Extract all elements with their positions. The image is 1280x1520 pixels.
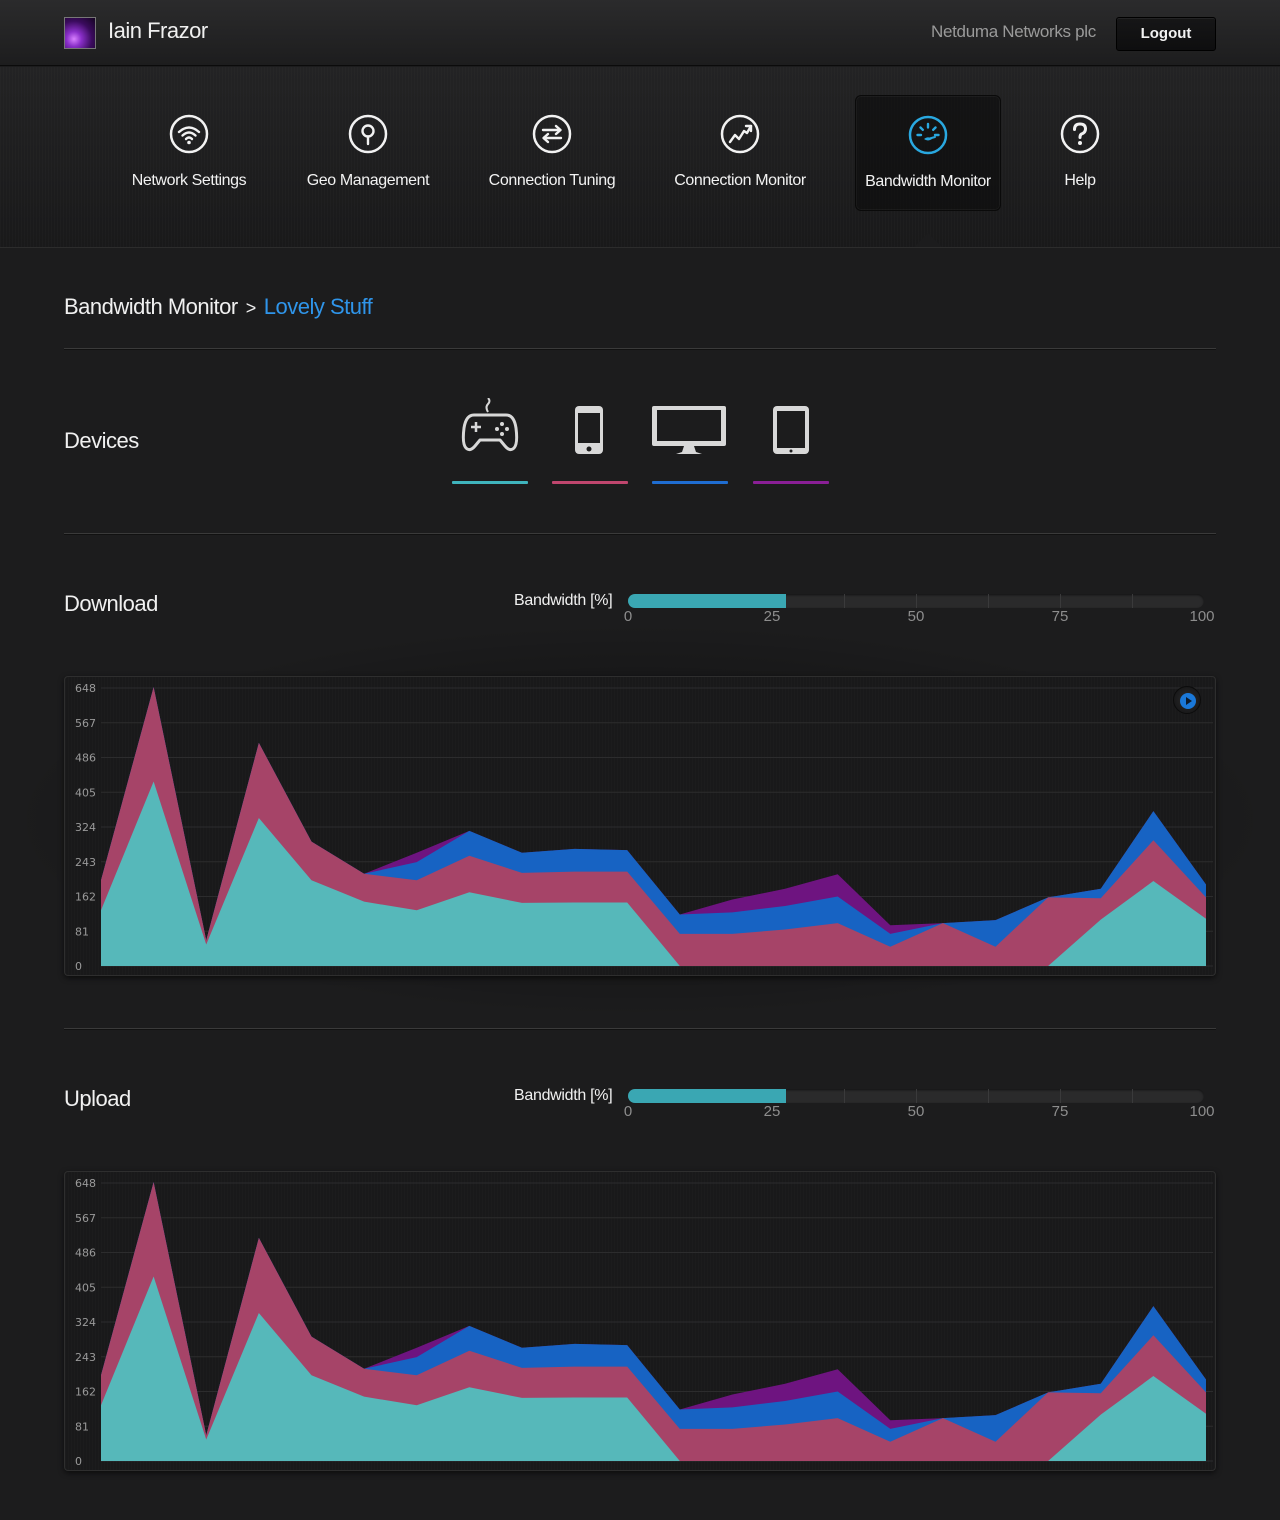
scale-label: 25 [763, 608, 781, 625]
scale-label: 0 [623, 1103, 633, 1120]
bar-tick [988, 1089, 989, 1103]
nav-item-network-settings[interactable]: Network Settings [119, 95, 259, 211]
y-tick-label: 324 [75, 821, 96, 834]
logout-button[interactable]: Logout [1116, 17, 1216, 51]
device-gamepad[interactable] [452, 398, 528, 484]
bar-tick [916, 594, 917, 608]
upload-bandwidth-fill [628, 1089, 787, 1103]
download-chart-svg: 648 567 486 405 324 243 162 81 0 [75, 682, 1213, 973]
upload-bandwidth-label: Bandwidth [%] [514, 1087, 613, 1104]
nav-label: Connection Monitor [674, 172, 806, 189]
user-name: Iain Frazor [108, 18, 208, 43]
location-pin-icon [348, 114, 388, 154]
device-color-indicator [452, 481, 528, 484]
y-tick-label: 648 [75, 682, 96, 695]
bar-tick [844, 594, 845, 608]
top-bar: Iain Frazor Netduma Networks plc Logout [0, 0, 1280, 66]
download-bandwidth-bar[interactable] [628, 594, 1204, 608]
nav-label: Geo Management [306, 172, 430, 189]
upload-title: Upload [64, 1086, 131, 1111]
bar-tick [844, 1089, 845, 1103]
breadcrumb: Bandwidth Monitor > Lovely Stuff [64, 294, 373, 320]
upload-bandwidth-bar[interactable] [628, 1089, 1204, 1103]
y-tick-label: 162 [75, 891, 96, 904]
y-tick-label: 243 [75, 856, 96, 869]
arrows-exchange-icon [532, 114, 572, 154]
nav-item-geo-management[interactable]: Geo Management [298, 95, 438, 211]
y-tick-label: 81 [75, 1420, 89, 1433]
main-nav: Network Settings Geo Management Connecti… [0, 67, 1280, 248]
divider [64, 348, 1216, 349]
download-bandwidth-label: Bandwidth [%] [514, 592, 613, 609]
breadcrumb-separator: > [245, 298, 257, 318]
y-tick-label: 486 [75, 752, 96, 765]
device-desktop[interactable] [652, 398, 728, 484]
y-tick-label: 0 [75, 960, 82, 973]
company-name: Netduma Networks plc [930, 22, 1096, 41]
scale-label: 0 [623, 608, 633, 625]
gamepad-icon [461, 398, 519, 452]
bar-tick [1132, 594, 1133, 608]
scale-label: 100 [1189, 1103, 1215, 1120]
divider [64, 1028, 1216, 1029]
breadcrumb-root[interactable]: Bandwidth Monitor [64, 294, 238, 319]
upload-chart: 648 567 486 405 324 243 162 81 0 [64, 1171, 1216, 1471]
divider [64, 533, 1216, 534]
y-tick-label: 405 [75, 786, 96, 799]
scale-label: 50 [907, 1103, 925, 1120]
y-tick-label: 567 [75, 717, 96, 730]
nav-label: Network Settings [131, 172, 247, 189]
bar-tick [1060, 594, 1061, 608]
tablet-icon [773, 406, 809, 454]
nav-item-bandwidth-monitor[interactable]: Bandwidth Monitor [855, 95, 1001, 211]
scale-label: 25 [763, 1103, 781, 1120]
wifi-icon [169, 114, 209, 154]
y-tick-label: 243 [75, 1351, 96, 1364]
device-color-indicator [552, 481, 628, 484]
download-title: Download [64, 591, 158, 616]
phone-icon [575, 406, 603, 454]
play-icon [1180, 693, 1196, 709]
speedometer-icon [908, 115, 948, 155]
device-tablet[interactable] [753, 398, 829, 484]
scale-label: 100 [1189, 608, 1215, 625]
bar-tick [1060, 1089, 1061, 1103]
desktop-icon [652, 406, 726, 454]
devices-title: Devices [64, 428, 139, 453]
scale-label: 75 [1051, 1103, 1069, 1120]
y-tick-label: 648 [75, 1177, 96, 1190]
y-tick-label: 567 [75, 1212, 96, 1225]
download-bandwidth-fill [628, 594, 787, 608]
nav-item-connection-tuning[interactable]: Connection Tuning [477, 95, 627, 211]
y-tick-label: 324 [75, 1316, 96, 1329]
scale-label: 50 [907, 608, 925, 625]
nav-label: Connection Tuning [488, 172, 616, 189]
device-phone[interactable] [552, 398, 628, 484]
y-tick-label: 486 [75, 1247, 96, 1260]
scale-label: 75 [1051, 608, 1069, 625]
y-tick-label: 81 [75, 925, 89, 938]
bar-tick [988, 594, 989, 608]
breadcrumb-current: Lovely Stuff [263, 294, 373, 319]
nav-item-help[interactable]: Help [1040, 95, 1120, 211]
y-tick-label: 405 [75, 1281, 96, 1294]
download-chart: 648 567 486 405 324 243 162 81 0 [64, 676, 1216, 976]
nav-label: Bandwidth Monitor [865, 173, 991, 190]
active-nav-pointer [914, 233, 942, 247]
upload-chart-svg: 648 567 486 405 324 243 162 81 0 [75, 1177, 1213, 1468]
bar-tick [1132, 1089, 1133, 1103]
avatar[interactable] [64, 17, 96, 49]
nav-item-connection-monitor[interactable]: Connection Monitor [665, 95, 815, 211]
device-color-indicator [753, 481, 829, 484]
question-icon [1060, 114, 1100, 154]
trend-line-icon [720, 114, 760, 154]
y-tick-label: 0 [75, 1455, 82, 1468]
y-tick-label: 162 [75, 1386, 96, 1399]
play-button[interactable] [1173, 686, 1201, 714]
bar-tick [916, 1089, 917, 1103]
device-color-indicator [652, 481, 728, 484]
nav-label: Help [1064, 172, 1096, 189]
